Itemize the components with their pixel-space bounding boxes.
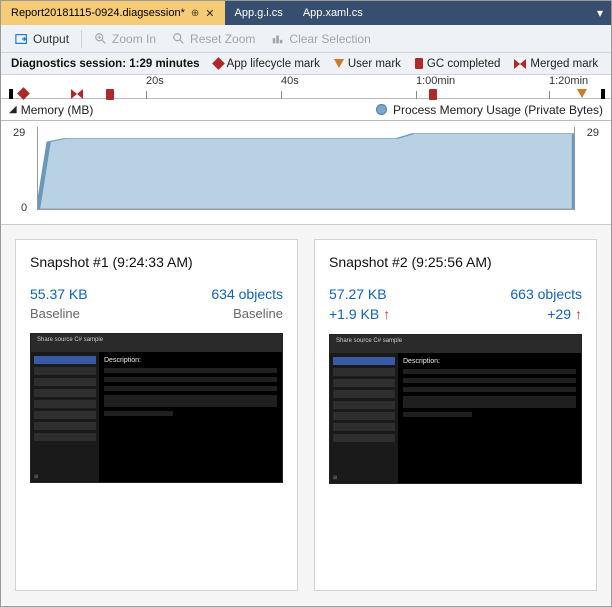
tab-app-g-i-cs[interactable]: App.g.i.cs [225, 1, 293, 25]
gc-marker [106, 89, 114, 100]
tab-bar: Report20181115-0924.diagsession* ⊕ ✕ App… [1, 1, 611, 25]
lifecycle-mark-legend: App lifecycle mark [214, 58, 320, 70]
diamond-icon [212, 57, 225, 70]
snapshot-baseline-right: Baseline [233, 306, 283, 321]
output-icon [15, 32, 29, 46]
snapshot-objects-link[interactable]: 634 objects [211, 286, 283, 302]
snapshot-list: Snapshot #1 (9:24:33 AM) 55.37 KB 634 ob… [1, 225, 611, 605]
separator [81, 30, 82, 48]
close-icon[interactable]: ✕ [205, 7, 214, 20]
merge-icon [514, 59, 526, 69]
ruler-start [9, 89, 13, 99]
tab-report[interactable]: Report20181115-0924.diagsession* ⊕ ✕ [1, 1, 225, 25]
memory-chart[interactable]: 29 29 0 [1, 121, 611, 225]
tab-app-xaml-cs[interactable]: App.xaml.cs [293, 1, 373, 25]
snapshot-thumbnail: Share source C# sample Description: ⊞ [329, 334, 582, 484]
gc-marker [429, 89, 437, 100]
output-label: Output [33, 32, 69, 46]
snapshot-size-link[interactable]: 57.27 KB [329, 286, 387, 302]
clear-selection-button: Clear Selection [265, 30, 376, 48]
zoom-in-button: Zoom In [88, 30, 162, 48]
memory-title: Memory (MB) [21, 103, 94, 117]
up-arrow-icon: ↑ [383, 306, 390, 322]
tab-label: Report20181115-0924.diagsession* [11, 7, 185, 19]
lifecycle-marker [19, 89, 28, 98]
area-path [38, 127, 574, 209]
status-bar: Diagnostics session: 1:29 minutes App li… [1, 53, 611, 75]
chart-plot-area [37, 127, 575, 210]
zoom-in-label: Zoom In [112, 32, 156, 46]
snapshot-title: Snapshot #1 (9:24:33 AM) [30, 254, 283, 270]
y-zero: 0 [21, 202, 27, 214]
merged-mark-legend: Merged mark [514, 58, 598, 70]
user-mark-legend: User mark [334, 58, 401, 70]
pin-icon[interactable]: ⊕ [191, 8, 199, 19]
reset-zoom-icon [172, 32, 186, 46]
snapshot-objects-link[interactable]: 663 objects [510, 286, 582, 302]
gc-icon [415, 58, 423, 69]
snapshot-baseline-left: Baseline [30, 306, 80, 321]
memory-legend: Process Memory Usage (Private Bytes) [376, 103, 603, 117]
zoom-in-icon [94, 32, 108, 46]
clear-selection-icon [271, 32, 285, 46]
ruler-end [601, 89, 605, 99]
up-arrow-icon: ↑ [575, 306, 582, 322]
snapshot-thumbnail: Share source C# sample Description: ⊞ [30, 333, 283, 483]
gc-mark-legend: GC completed [415, 58, 501, 70]
snapshot-title: Snapshot #2 (9:25:56 AM) [329, 254, 582, 270]
clear-selection-label: Clear Selection [289, 32, 370, 46]
y-tick-left: 29 [13, 127, 25, 139]
tab-label: App.g.i.cs [235, 7, 283, 19]
snapshot-size-link[interactable]: 55.37 KB [30, 286, 88, 302]
snapshot-card-1[interactable]: Snapshot #1 (9:24:33 AM) 55.37 KB 634 ob… [15, 239, 298, 591]
legend-dot-icon [376, 104, 387, 115]
snapshot-card-2[interactable]: Snapshot #2 (9:25:56 AM) 57.27 KB 663 ob… [314, 239, 597, 591]
merged-marker [71, 89, 83, 99]
snapshot-delta-size[interactable]: +1.9 KB↑ [329, 306, 390, 322]
session-label: Diagnostics session: 1:29 minutes [11, 58, 200, 70]
collapse-icon[interactable]: ◢ [9, 104, 17, 115]
tab-overflow-button[interactable]: ▾ [589, 1, 611, 25]
user-marker [577, 89, 587, 98]
memory-panel-header[interactable]: ◢ Memory (MB) Process Memory Usage (Priv… [1, 99, 611, 121]
snapshot-delta-objects[interactable]: +29↑ [547, 306, 582, 322]
timeline-ruler[interactable]: 20s 40s 1:00min 1:20min [1, 75, 611, 99]
reset-zoom-button: Reset Zoom [166, 30, 261, 48]
output-button[interactable]: Output [9, 30, 75, 48]
toolbar: Output Zoom In Reset Zoom Clear Selectio… [1, 25, 611, 53]
y-tick-right: 29 [587, 127, 599, 139]
reset-zoom-label: Reset Zoom [190, 32, 255, 46]
triangle-down-icon [334, 59, 344, 68]
tab-label: App.xaml.cs [303, 7, 363, 19]
